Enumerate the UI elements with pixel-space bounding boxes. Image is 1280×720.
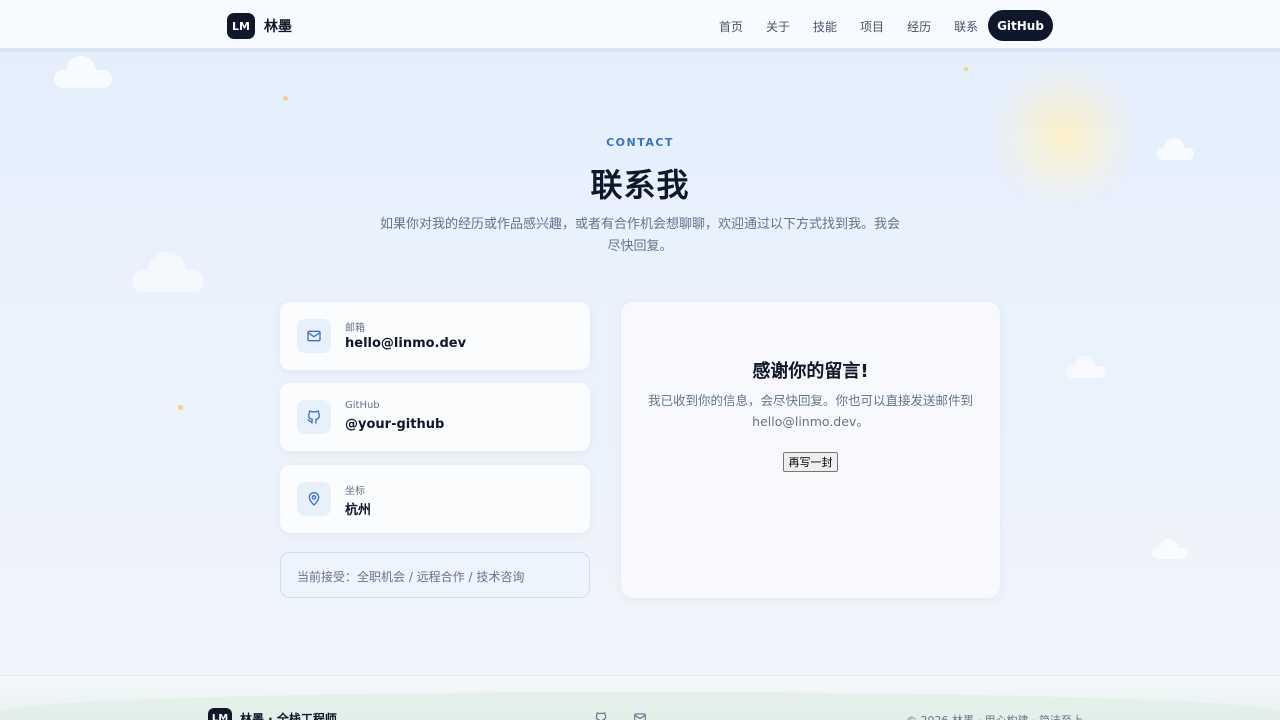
footer-brand[interactable]: LM 林墨 · 全栈工程师 <box>208 708 337 720</box>
thanks-panel: 感谢你的留言! 我已收到你的信息，会尽快回复。你也可以直接发送邮件到 hello… <box>621 302 1000 598</box>
footer-github-icon[interactable] <box>594 710 610 720</box>
thanks-line-1: 我已收到你的信息，会尽快回复。你也可以直接发送邮件到 <box>647 393 973 408</box>
availability-note: 当前接受：全职机会 / 远程合作 / 技术咨询 <box>280 552 590 598</box>
cloud-decoration <box>54 56 112 88</box>
lead-line-1: 如果你对我的经历或作品感兴趣，或者有合作机会想聊聊，欢迎通过以下方式找到我。我会 <box>380 217 901 232</box>
brand-name: 林墨 <box>264 19 292 35</box>
contact-card-email[interactable]: 邮箱 hello@linmo.dev <box>280 302 590 370</box>
card-value: @your-github <box>345 417 445 432</box>
nav-links: 首页 关于 技能 项目 经历 联系 <box>719 18 1001 35</box>
cloud-decoration <box>1156 138 1194 160</box>
nav-link-home[interactable]: 首页 <box>719 18 743 35</box>
logo-badge: LM <box>227 13 255 39</box>
card-value: 杭州 <box>345 503 372 518</box>
section-title: 联系我 <box>590 166 690 204</box>
star-dot-decoration <box>283 96 288 101</box>
contact-card-location[interactable]: 坐标 杭州 <box>280 465 590 533</box>
section-eyebrow: CONTACT <box>606 136 674 149</box>
nav-link-about[interactable]: 关于 <box>766 18 790 35</box>
brand-link[interactable]: LM 林墨 <box>227 13 292 39</box>
card-label: 邮箱 <box>345 323 365 334</box>
top-navbar: LM 林墨 首页 关于 技能 项目 经历 联系 GitHub <box>0 0 1280 52</box>
map-pin-icon <box>297 482 331 516</box>
write-another-button[interactable]: 再写一封 <box>783 452 838 472</box>
nav-link-experience[interactable]: 经历 <box>907 18 931 35</box>
star-dot-decoration <box>964 67 968 71</box>
nav-link-contact[interactable]: 联系 <box>954 18 978 35</box>
card-label: 坐标 <box>345 486 365 497</box>
github-icon <box>297 400 331 434</box>
nav-link-projects[interactable]: 项目 <box>860 18 884 35</box>
footer-copyright: © 2026 林墨 · 用心构建 · 简洁至上 <box>906 712 1083 720</box>
github-button[interactable]: GitHub <box>988 10 1053 41</box>
mail-icon <box>297 319 331 353</box>
card-label: GitHub <box>345 400 380 411</box>
section-lead: 如果你对我的经历或作品感兴趣，或者有合作机会想聊聊，欢迎通过以下方式找到我。我会… <box>380 214 900 258</box>
thanks-line-2: hello@linmo.dev。 <box>752 414 869 429</box>
footer-brand-name: 林墨 · 全栈工程师 <box>240 711 337 720</box>
footer-logo-badge: LM <box>208 708 232 720</box>
cloud-decoration <box>1152 539 1188 559</box>
contact-card-github[interactable]: GitHub @your-github <box>280 383 590 451</box>
cloud-decoration <box>132 252 204 292</box>
thanks-message: 我已收到你的信息，会尽快回复。你也可以直接发送邮件到 hello@linmo.d… <box>647 390 974 432</box>
thanks-title: 感谢你的留言! <box>752 361 869 382</box>
lead-line-2: 尽快回复。 <box>607 239 673 254</box>
cloud-decoration <box>1066 356 1106 378</box>
footer-mail-icon[interactable] <box>633 710 649 720</box>
card-value: hello@linmo.dev <box>345 336 467 351</box>
star-dot-decoration <box>178 405 183 410</box>
nav-link-skills[interactable]: 技能 <box>813 18 837 35</box>
